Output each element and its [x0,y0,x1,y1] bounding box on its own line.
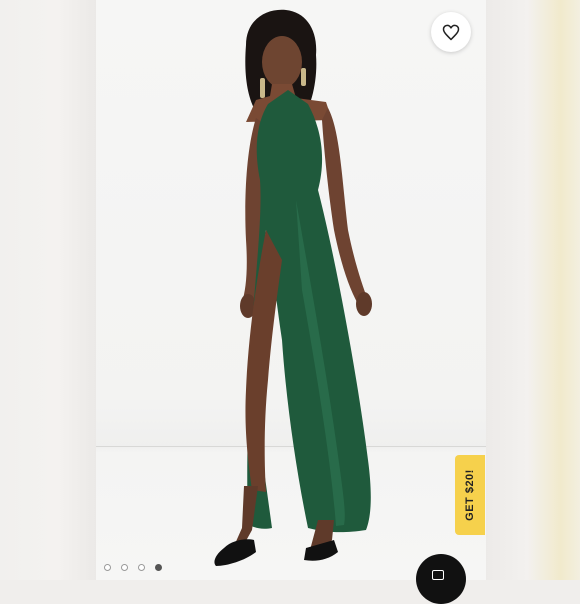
like-button[interactable] [431,12,471,52]
promo-label: GET $20! [464,469,476,521]
product-photo[interactable] [96,0,486,580]
carousel-dot-4[interactable] [155,564,162,571]
carousel-indicator [104,564,162,571]
blurred-right-margin [484,0,580,580]
carousel-dot-1[interactable] [104,564,111,571]
heart-icon [442,24,460,41]
camera-button[interactable] [416,554,466,604]
carousel-dot-2[interactable] [121,564,128,571]
promo-tab[interactable]: GET $20! [455,455,485,535]
blurred-left-margin [0,0,96,580]
carousel-dot-3[interactable] [138,564,145,571]
model-in-green-dress [214,9,372,566]
camera-icon [432,570,444,580]
